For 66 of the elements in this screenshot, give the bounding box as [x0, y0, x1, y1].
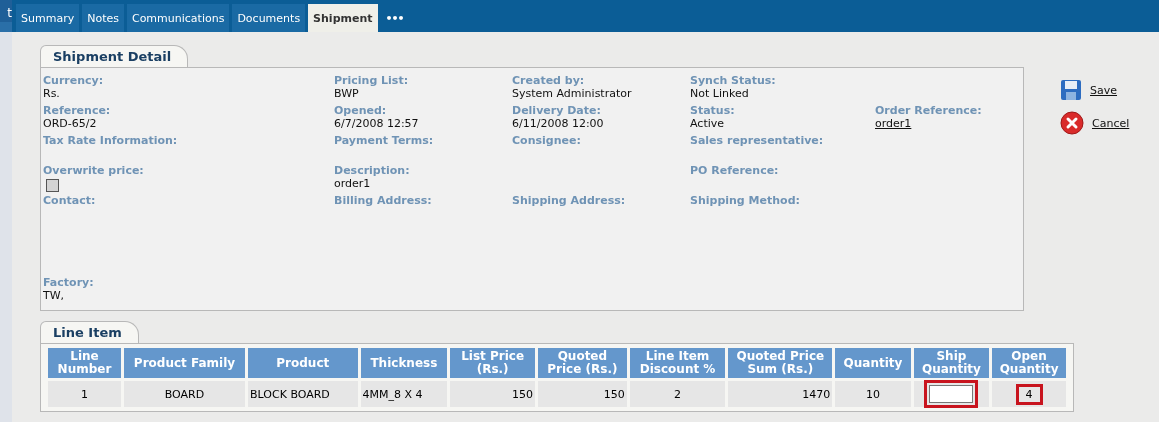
column-header: Quoted Price (Rs.)	[537, 348, 627, 378]
field-value: Active	[690, 117, 726, 130]
field-value: BWP	[334, 87, 360, 100]
field-label: Opened:	[334, 104, 388, 117]
tab[interactable]: Notes	[82, 4, 124, 32]
table-cell: BOARD	[164, 387, 205, 401]
field-label: Sales representative:	[690, 134, 825, 147]
cancel-button[interactable]: Cancel	[1060, 111, 1130, 135]
save-button[interactable]: Save	[1060, 79, 1130, 101]
table-cell: 4MM_8 X 4	[362, 387, 423, 401]
table-cell: 150	[603, 387, 625, 401]
field-label: Reference:	[43, 104, 112, 117]
field-label: Synch Status:	[690, 74, 777, 87]
field-label: Status:	[690, 104, 736, 117]
field-label: Payment Terms:	[334, 134, 435, 147]
section-title: Line Item	[40, 321, 139, 343]
table-cell: 2	[674, 387, 682, 401]
field-value: System Administrator	[512, 87, 633, 100]
field-label: Billing Address:	[334, 194, 433, 207]
field-label: Shipping Address:	[512, 194, 627, 207]
column-header: Product Family	[123, 348, 246, 378]
column-header: Line Number	[48, 348, 121, 378]
section-title: Shipment Detail	[40, 45, 189, 67]
field-label: Tax Rate Information:	[43, 134, 179, 147]
table-cell: 10	[865, 387, 880, 401]
field-label: Shipping Method:	[690, 194, 801, 207]
tab[interactable]: Communications	[126, 4, 230, 32]
field-value: TW,	[43, 289, 66, 302]
column-header: Product	[248, 348, 358, 378]
field-value: Not Linked	[690, 87, 750, 100]
field-value: 6/7/2008 12:57	[334, 117, 420, 130]
ship-quantity-field[interactable]	[927, 383, 976, 405]
tab[interactable]: Documents	[232, 4, 306, 32]
field-label: Consignee:	[512, 134, 582, 147]
column-header: Line Item Discount %	[629, 348, 726, 378]
table-cell: 1470	[802, 387, 831, 401]
field-label: Factory:	[43, 276, 95, 289]
field-label: Description:	[334, 164, 411, 177]
side-tab[interactable]: t	[0, 0, 12, 22]
field-value: Rs.	[43, 87, 61, 100]
field-label: Contact:	[43, 194, 97, 207]
field-value: 6/11/2008 12:00	[512, 117, 605, 130]
field-label: Order Reference:	[875, 104, 983, 117]
field-label: Currency:	[43, 74, 105, 87]
column-header: Open Quantity	[992, 348, 1066, 378]
column-header: Thickness	[360, 348, 448, 378]
close-icon	[1060, 111, 1084, 135]
column-header: Ship Quantity	[913, 348, 990, 378]
tab[interactable]: Shipment	[308, 4, 378, 32]
order-reference-link[interactable]: order1	[875, 117, 912, 130]
field-label: Delivery Date:	[512, 104, 602, 117]
table-cell: 150	[511, 387, 533, 401]
field-label: Pricing List:	[334, 74, 410, 87]
field-label: Overwrite price:	[43, 164, 145, 177]
table-cell: BLOCK BOARD	[250, 387, 330, 401]
field-label: PO Reference:	[690, 164, 780, 177]
field-value: order1	[334, 177, 372, 190]
field-label: Created by:	[512, 74, 586, 87]
tab[interactable]: •••	[380, 4, 409, 32]
column-header: List Price (Rs.)	[450, 348, 535, 378]
column-header: Quantity	[835, 348, 911, 378]
tab[interactable]: Summary	[16, 4, 80, 32]
table-cell: 1	[80, 387, 88, 401]
table-cell: 4	[1018, 386, 1040, 402]
column-header: Quoted Price Sum (Rs.)	[728, 348, 833, 378]
field-value: ORD-65/2	[43, 117, 98, 130]
